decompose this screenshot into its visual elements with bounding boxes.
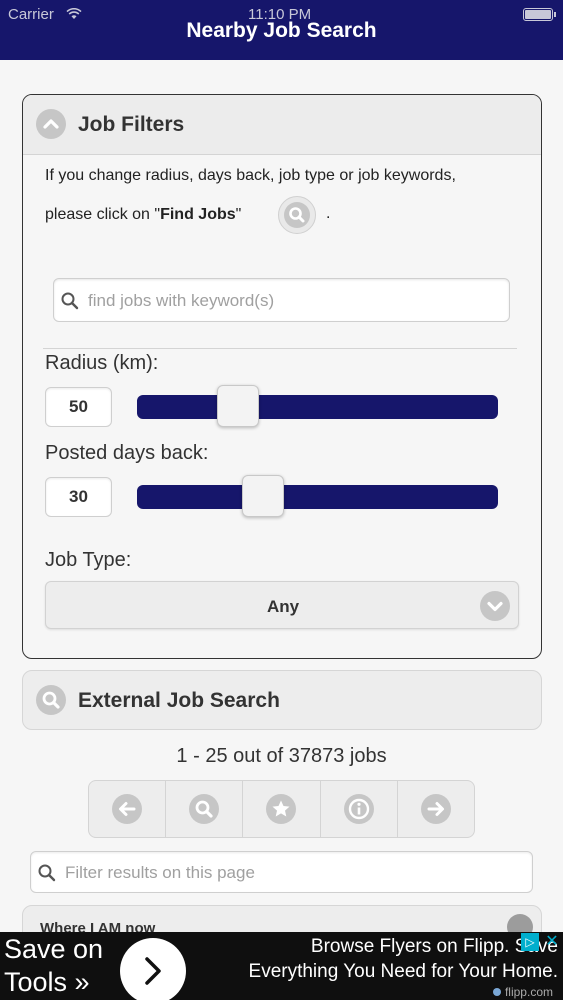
close-icon[interactable]: ✕ bbox=[543, 933, 561, 951]
next-page-button[interactable] bbox=[398, 781, 474, 837]
filter-results-input[interactable]: Filter results on this page bbox=[30, 851, 533, 893]
header-bar: Carrier 11:10 PM Nearby Job Search bbox=[0, 0, 563, 60]
search-icon bbox=[38, 864, 56, 882]
radius-slider-handle[interactable] bbox=[217, 385, 259, 427]
results-count: 1 - 25 out of 37873 jobs bbox=[176, 745, 387, 767]
chevron-up-icon[interactable] bbox=[36, 109, 66, 139]
filters-hint-line2: please click on "Find Jobs" bbox=[45, 206, 241, 224]
job-filters-title: Job Filters bbox=[78, 113, 185, 136]
divider bbox=[43, 348, 517, 349]
info-button[interactable] bbox=[321, 781, 398, 837]
search-icon bbox=[284, 202, 310, 228]
days-back-label: Posted days back: bbox=[45, 442, 209, 464]
hint-prefix: please click on " bbox=[45, 206, 161, 223]
job-filters-header[interactable]: Job Filters bbox=[23, 95, 541, 155]
ad-banner[interactable]: Save on Tools » Browse Flyers on Flipp. … bbox=[0, 932, 563, 1000]
job-type-label: Job Type: bbox=[45, 549, 132, 571]
previous-page-button[interactable] bbox=[89, 781, 167, 837]
favorites-button[interactable] bbox=[243, 781, 321, 837]
chevron-right-icon bbox=[145, 957, 161, 985]
ad-headline-line1: Save on bbox=[4, 934, 104, 964]
ad-open-button[interactable] bbox=[120, 938, 186, 1000]
hint-period: . bbox=[326, 205, 331, 222]
results-toolbar bbox=[88, 780, 475, 838]
ad-controls: ▷ ✕ bbox=[521, 933, 561, 951]
ad-body-line2: Everything You Need for Your Home. bbox=[248, 961, 558, 982]
arrow-left-icon bbox=[112, 794, 142, 824]
ad-headline-line2: Tools » bbox=[4, 967, 90, 997]
filters-hint-line1: If you change radius, days back, job typ… bbox=[45, 167, 456, 184]
chevron-down-icon bbox=[480, 591, 510, 621]
page-title: Nearby Job Search bbox=[186, 19, 377, 42]
radius-value-input[interactable]: 50 bbox=[45, 387, 112, 427]
keyword-search-input[interactable]: find jobs with keyword(s) bbox=[53, 278, 510, 322]
search-icon bbox=[36, 685, 66, 715]
ad-domain-dot bbox=[492, 988, 501, 996]
hint-find-jobs: Find Jobs bbox=[160, 206, 236, 223]
search-icon bbox=[61, 292, 79, 310]
ad-domain: flipp.com bbox=[492, 985, 553, 999]
filter-results-placeholder: Filter results on this page bbox=[65, 863, 255, 882]
ad-body-line1: Browse Flyers on Flipp. Save bbox=[310, 936, 558, 957]
keyword-placeholder: find jobs with keyword(s) bbox=[88, 291, 275, 310]
days-back-slider[interactable] bbox=[137, 475, 498, 517]
days-back-slider-handle[interactable] bbox=[242, 475, 284, 517]
radius-label: Radius (km): bbox=[45, 352, 159, 374]
adchoices-icon[interactable]: ▷ bbox=[521, 933, 539, 951]
external-job-search[interactable]: External Job Search bbox=[22, 670, 542, 730]
info-icon bbox=[343, 794, 374, 824]
ad-domain-text: flipp.com bbox=[504, 985, 553, 999]
hint-suffix: " bbox=[235, 206, 242, 223]
radius-slider[interactable] bbox=[137, 385, 498, 427]
ad-headline: Save on Tools » bbox=[4, 933, 103, 999]
job-type-value: Any bbox=[266, 597, 300, 616]
search-icon bbox=[189, 794, 220, 824]
search-button[interactable] bbox=[166, 781, 244, 837]
job-type-select[interactable]: Any bbox=[45, 581, 519, 629]
job-filters-panel: Job Filters If you change radius, days b… bbox=[22, 94, 542, 659]
arrow-right-icon bbox=[420, 794, 451, 824]
days-back-value-input[interactable]: 30 bbox=[45, 477, 112, 517]
external-job-search-title: External Job Search bbox=[78, 689, 280, 712]
star-icon bbox=[266, 794, 297, 824]
ad-body: Browse Flyers on Flipp. Save Everything … bbox=[200, 934, 558, 984]
find-jobs-button[interactable] bbox=[278, 196, 316, 234]
